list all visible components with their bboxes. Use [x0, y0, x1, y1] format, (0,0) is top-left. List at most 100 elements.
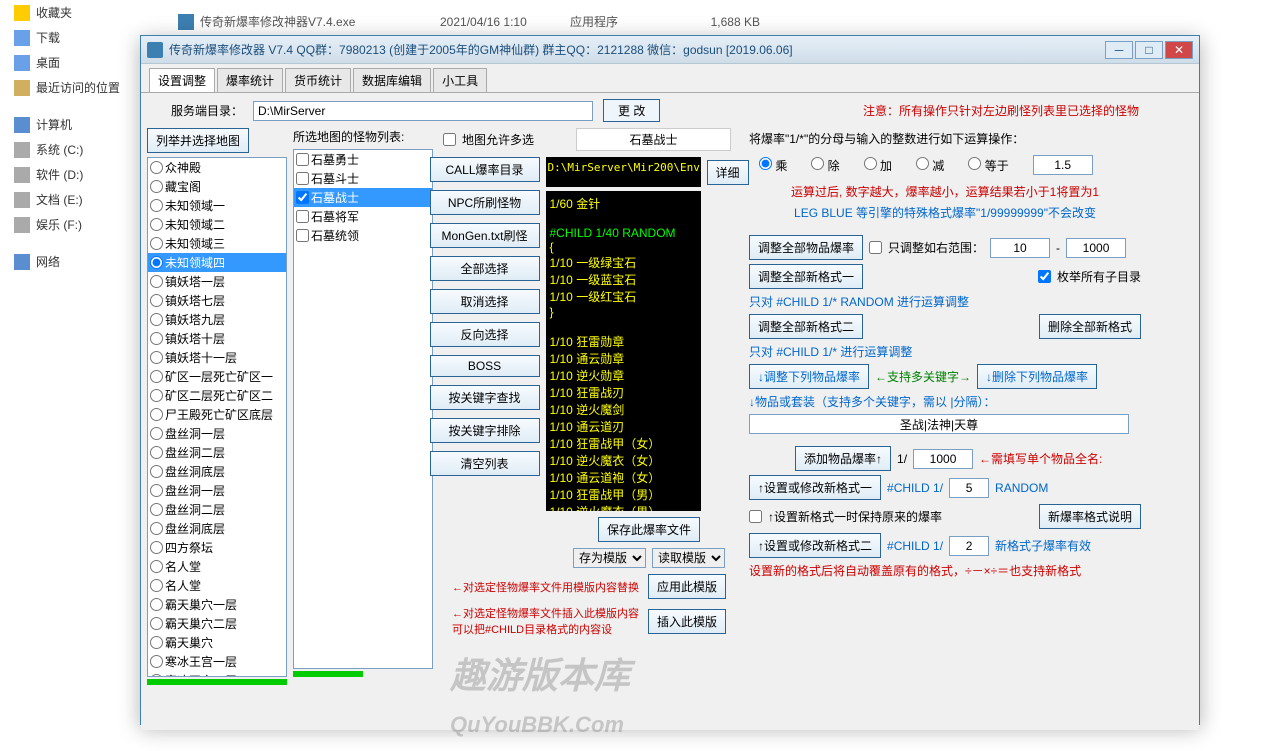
save-drop-file-button[interactable]: 保存此爆率文件: [598, 517, 700, 542]
map-item[interactable]: 盘丝洞一层: [148, 481, 286, 500]
op-value-input[interactable]: [1033, 155, 1093, 175]
op-radio-减[interactable]: 减: [916, 157, 944, 174]
map-item[interactable]: 盘丝洞二层: [148, 500, 286, 519]
center-action-button[interactable]: BOSS: [430, 355, 540, 377]
save-template-select[interactable]: 存为模版: [573, 548, 646, 568]
list-maps-button[interactable]: 列举并选择地图: [147, 128, 249, 153]
map-item[interactable]: 名人堂: [148, 557, 286, 576]
map-item[interactable]: 未知领域三: [148, 234, 286, 253]
range-low-input[interactable]: [990, 238, 1050, 258]
center-action-button[interactable]: 取消选择: [430, 289, 540, 314]
nav-desktop[interactable]: 桌面: [8, 50, 148, 75]
map-item[interactable]: 镇妖塔七层: [148, 291, 286, 310]
map-item[interactable]: 霸天巢穴: [148, 633, 286, 652]
nav-recent[interactable]: 最近访问的位置: [8, 75, 148, 100]
tab-rate-stats[interactable]: 爆率统计: [217, 68, 283, 92]
monster-item[interactable]: 石墓斗士: [294, 169, 432, 188]
tab-currency[interactable]: 货币统计: [285, 68, 351, 92]
nav-drive-e[interactable]: 文档 (E:): [8, 187, 148, 212]
center-action-button[interactable]: 反向选择: [430, 322, 540, 347]
title-bar[interactable]: 传奇新爆率修改器 V7.4 QQ群：7980213 (创建于2005年的GM神仙…: [141, 36, 1199, 64]
map-item[interactable]: 矿区二层死亡矿区二: [148, 386, 286, 405]
center-action-button[interactable]: CALL爆率目录: [430, 157, 540, 182]
range-only-checkbox[interactable]: [869, 241, 882, 254]
adjust-all-rate-button[interactable]: 调整全部物品爆率: [749, 235, 863, 260]
keep-rate-checkbox[interactable]: [749, 510, 762, 523]
center-action-button[interactable]: 按关键字排除: [430, 418, 540, 443]
monster-item[interactable]: 石墓将军: [294, 207, 432, 226]
set-fmt2-button[interactable]: ↑设置或修改新格式二: [749, 533, 881, 558]
center-action-button[interactable]: NPC所刷怪物: [430, 190, 540, 215]
nav-drive-d[interactable]: 软件 (D:): [8, 162, 148, 187]
delete-all-fmt-button[interactable]: 删除全部新格式: [1039, 314, 1141, 339]
map-item[interactable]: 尸王殿死亡矿区底层: [148, 405, 286, 424]
map-item[interactable]: 寒冰王宫二层: [148, 671, 286, 677]
maximize-button[interactable]: □: [1135, 41, 1163, 59]
set-fmt1-button[interactable]: ↑设置或修改新格式一: [749, 475, 881, 500]
multi-select-checkbox[interactable]: [443, 133, 456, 146]
map-item[interactable]: 镇妖塔九层: [148, 310, 286, 329]
center-action-button[interactable]: 清空列表: [430, 451, 540, 476]
file-row[interactable]: 传奇新爆率修改神器V7.4.exe 2021/04/16 1:10 应用程序 1…: [178, 13, 760, 30]
op-radio-乘[interactable]: 乘: [759, 157, 787, 174]
drop-content[interactable]: 1/60 金针 #CHILD 1/40 RANDOM{1/10 一级绿宝石1/1…: [546, 191, 701, 511]
map-item[interactable]: 四方祭坛: [148, 538, 286, 557]
nav-fav[interactable]: 收藏夹: [8, 0, 148, 25]
detail-button[interactable]: 详细: [707, 160, 749, 185]
nav-computer[interactable]: 计算机: [8, 112, 148, 137]
nav-network[interactable]: 网络: [8, 249, 148, 274]
op-radio-除[interactable]: 除: [811, 157, 839, 174]
op-radio-加[interactable]: 加: [864, 157, 892, 174]
delete-below-button[interactable]: ↓删除下列物品爆率: [977, 364, 1097, 389]
tab-db-edit[interactable]: 数据库编辑: [353, 68, 431, 92]
nav-drive-c[interactable]: 系统 (C:): [8, 137, 148, 162]
map-item[interactable]: 寒冰王宫一层: [148, 652, 286, 671]
adjust-below-button[interactable]: ↓调整下列物品爆率: [749, 364, 869, 389]
map-item[interactable]: 未知领域一: [148, 196, 286, 215]
range-high-input[interactable]: [1066, 238, 1126, 258]
adjust-fmt1-button[interactable]: 调整全部新格式一: [749, 264, 863, 289]
center-action-button[interactable]: MonGen.txt刷怪: [430, 223, 540, 248]
add-item-rate-button[interactable]: 添加物品爆率↑: [795, 446, 891, 471]
fmt-help-button[interactable]: 新爆率格式说明: [1039, 504, 1141, 529]
map-item[interactable]: 众神殿: [148, 158, 286, 177]
map-item[interactable]: 藏宝阁: [148, 177, 286, 196]
map-item[interactable]: 未知领域二: [148, 215, 286, 234]
map-item[interactable]: 霸天巢穴二层: [148, 614, 286, 633]
monster-item[interactable]: 石墓统领: [294, 226, 432, 245]
server-dir-input[interactable]: [253, 101, 593, 121]
map-item[interactable]: 名人堂: [148, 576, 286, 595]
map-item[interactable]: 镇妖塔十层: [148, 329, 286, 348]
map-item[interactable]: 盘丝洞底层: [148, 462, 286, 481]
apply-template-button[interactable]: 应用此模版: [648, 574, 726, 599]
add-rate-input[interactable]: [913, 449, 973, 469]
load-template-select[interactable]: 读取模版: [652, 548, 725, 568]
map-item[interactable]: 霸天巢穴一层: [148, 595, 286, 614]
map-item[interactable]: 盘丝洞一层: [148, 424, 286, 443]
child1-input[interactable]: [949, 478, 989, 498]
center-action-button[interactable]: 全部选择: [430, 256, 540, 281]
nav-drive-f[interactable]: 娱乐 (F:): [8, 212, 148, 237]
monster-list[interactable]: 石墓勇士石墓斗士石墓战士石墓将军石墓统领: [293, 149, 433, 669]
adjust-fmt2-button[interactable]: 调整全部新格式二: [749, 314, 863, 339]
nav-downloads[interactable]: 下载: [8, 25, 148, 50]
center-action-button[interactable]: 按关键字查找: [430, 385, 540, 410]
change-dir-button[interactable]: 更 改: [603, 99, 660, 122]
map-item[interactable]: 镇妖塔一层: [148, 272, 286, 291]
enum-subdirs-checkbox[interactable]: [1038, 270, 1051, 283]
tab-settings[interactable]: 设置调整: [149, 68, 215, 92]
map-item[interactable]: 镇妖塔十一层: [148, 348, 286, 367]
close-button[interactable]: ✕: [1165, 41, 1193, 59]
keyword-input[interactable]: [749, 414, 1129, 434]
map-item[interactable]: 盘丝洞二层: [148, 443, 286, 462]
monster-item[interactable]: 石墓战士: [294, 188, 432, 207]
map-item[interactable]: 矿区一层死亡矿区一: [148, 367, 286, 386]
monster-item[interactable]: 石墓勇士: [294, 150, 432, 169]
map-item[interactable]: 盘丝洞底层: [148, 519, 286, 538]
tab-tools[interactable]: 小工具: [433, 68, 487, 92]
op-radio-等于[interactable]: 等于: [968, 157, 1008, 174]
map-item[interactable]: 未知领域四: [148, 253, 286, 272]
map-list[interactable]: 众神殿藏宝阁未知领域一未知领域二未知领域三未知领域四镇妖塔一层镇妖塔七层镇妖塔九…: [147, 157, 287, 677]
child2-input[interactable]: [949, 536, 989, 556]
insert-template-button[interactable]: 插入此模版: [648, 609, 726, 634]
